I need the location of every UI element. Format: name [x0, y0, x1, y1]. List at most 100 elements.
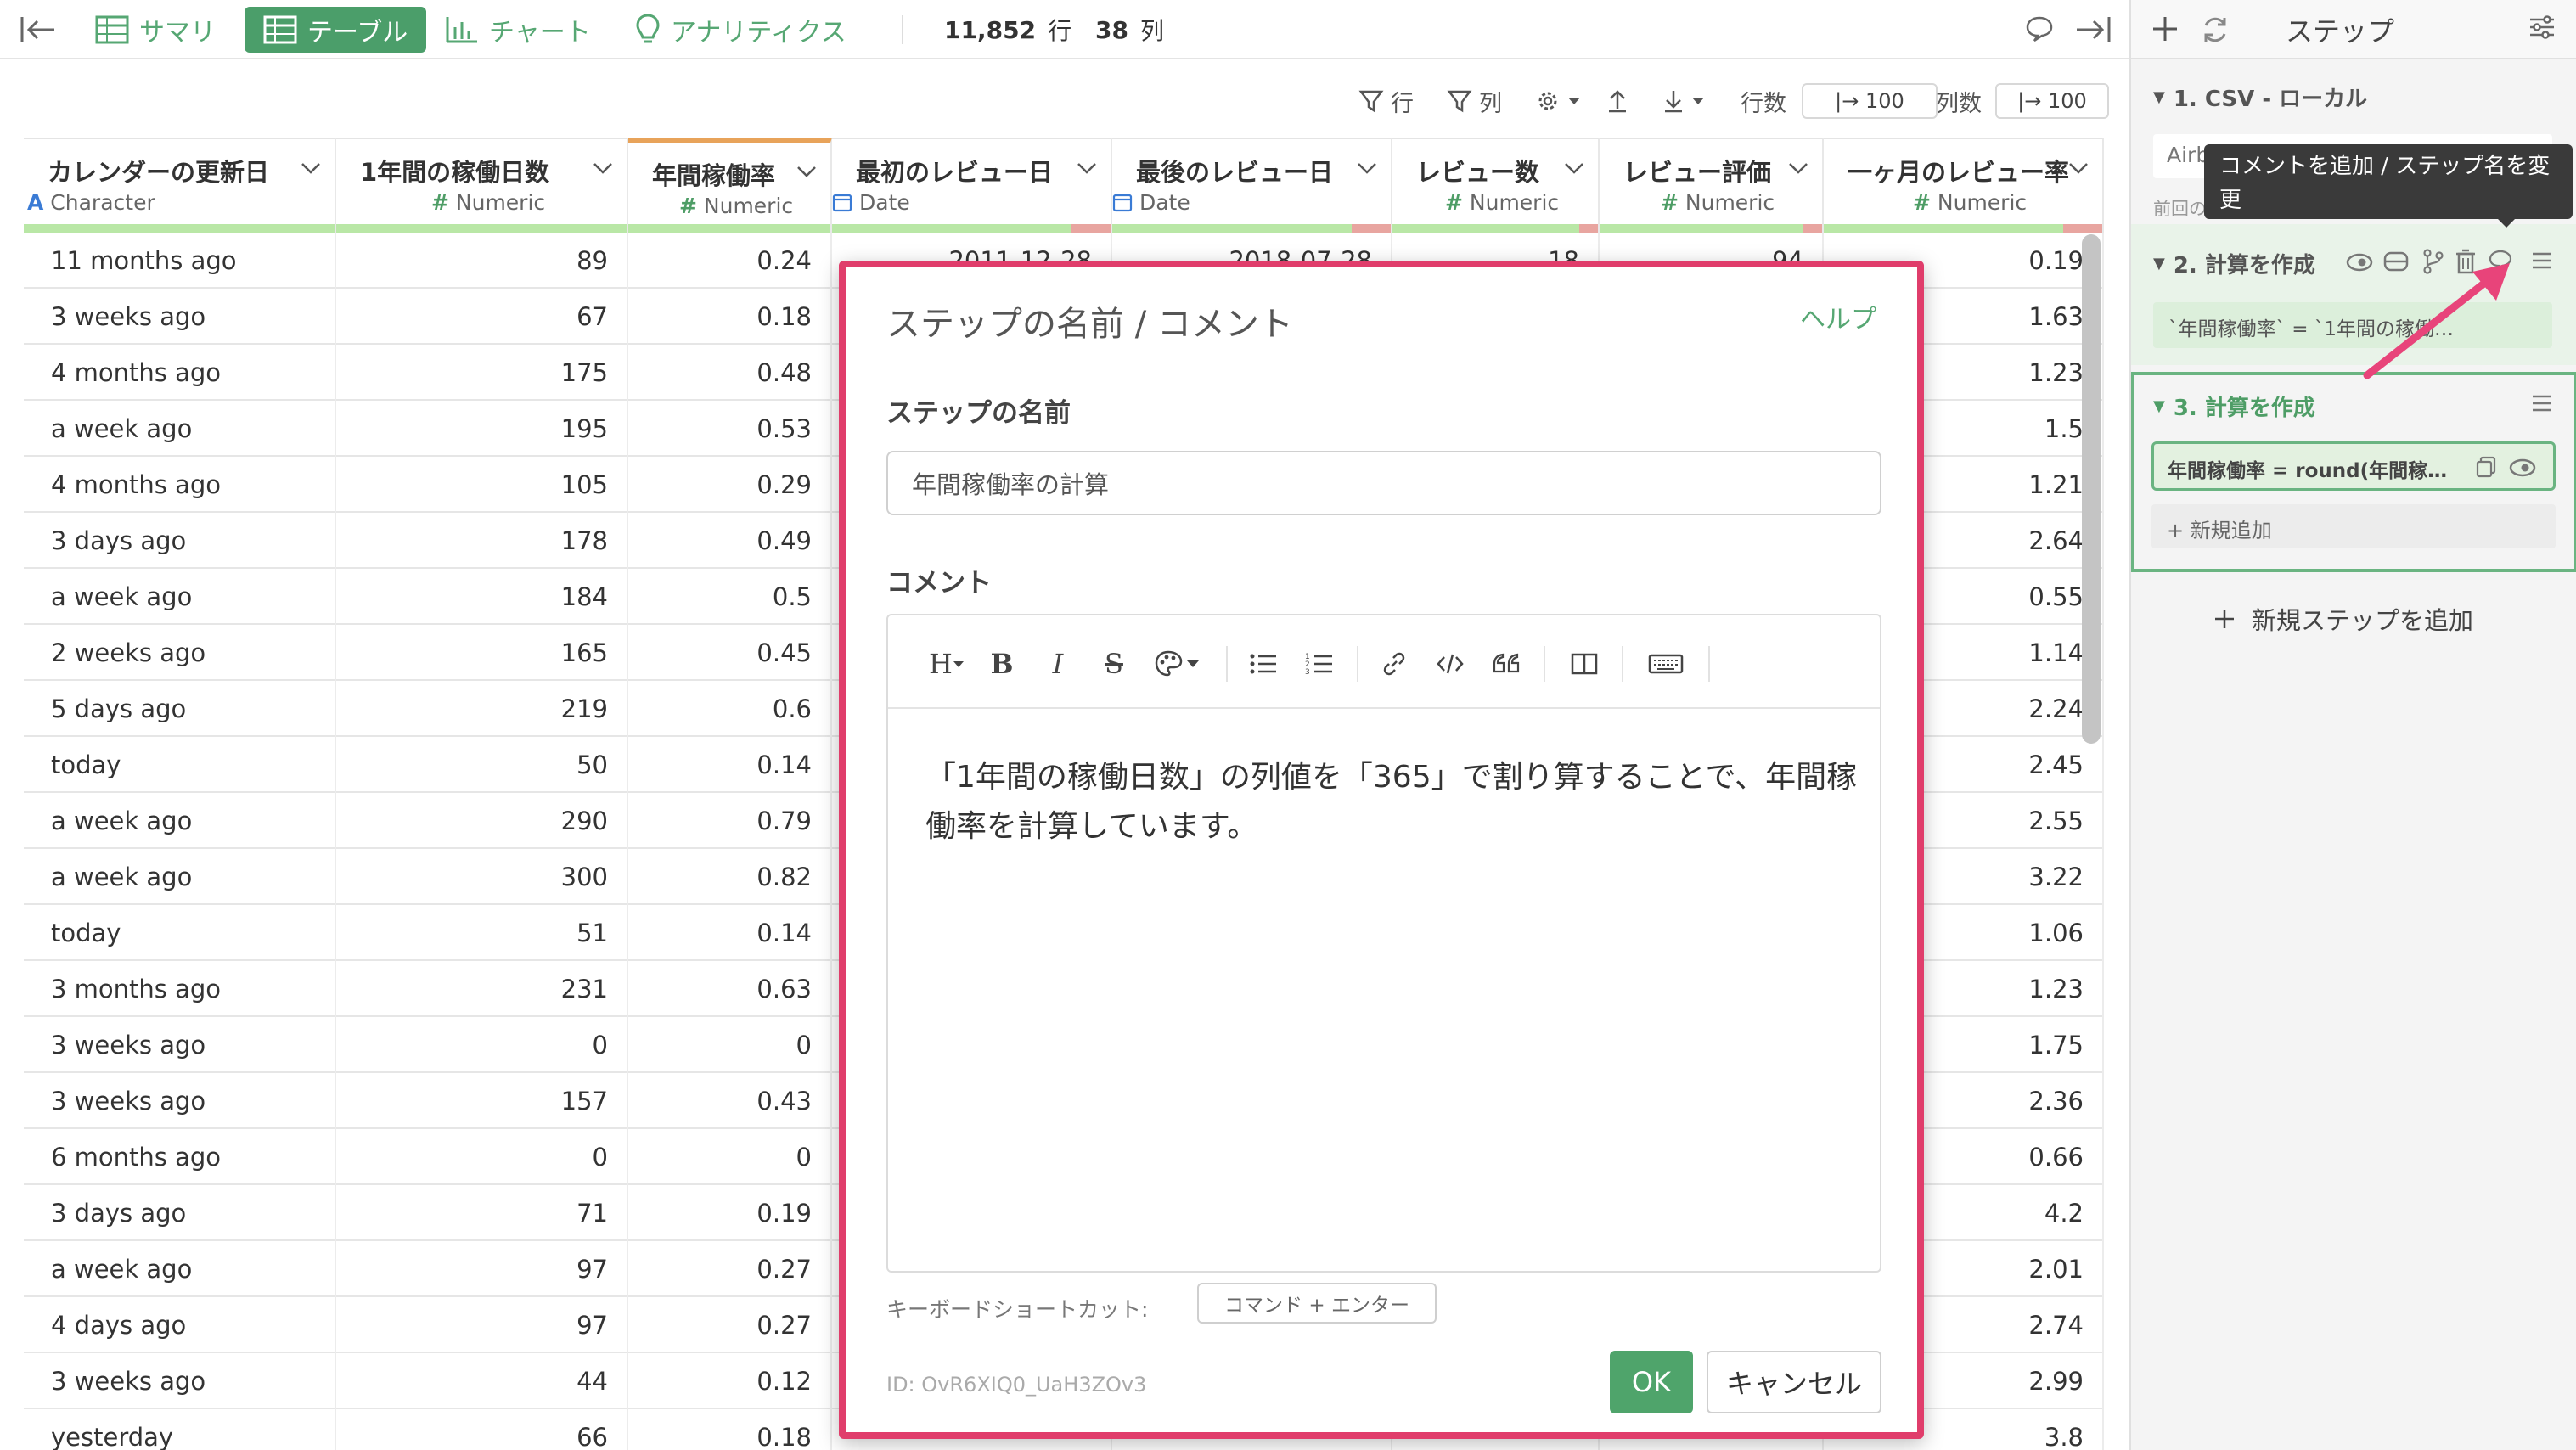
table-cell[interactable]: 4 months ago: [24, 345, 336, 401]
table-cell[interactable]: 0.63: [628, 961, 832, 1017]
step-name-input[interactable]: [886, 451, 1881, 515]
step-3-header[interactable]: ▼ 3. 計算を作成: [2153, 391, 2315, 422]
table-cell[interactable]: 0.79: [628, 793, 832, 849]
table-cell[interactable]: a week ago: [24, 793, 336, 849]
columns-layout-icon[interactable]: [1567, 648, 1601, 680]
column-header[interactable]: 一ヶ月のレビュー率 # Numeric: [1824, 138, 2104, 233]
column-header[interactable]: レビュー評価 # Numeric: [1600, 138, 1824, 233]
ok-button[interactable]: OK: [1610, 1351, 1693, 1413]
strikethrough-icon[interactable]: S: [1097, 648, 1131, 680]
menu-icon[interactable]: [2530, 250, 2554, 272]
table-cell[interactable]: 4 days ago: [24, 1297, 336, 1353]
table-cell[interactable]: 0.43: [628, 1073, 832, 1129]
table-cell[interactable]: 0: [628, 1129, 832, 1185]
settings-button[interactable]: [1535, 78, 1581, 124]
table-cell[interactable]: 0.82: [628, 849, 832, 905]
table-cell[interactable]: 0.14: [628, 905, 832, 961]
download-button[interactable]: [1662, 78, 1705, 124]
table-cell[interactable]: 0.45: [628, 625, 832, 681]
column-header[interactable]: 最後のレビュー日 Date: [1112, 138, 1392, 233]
table-cell[interactable]: 184: [336, 569, 628, 625]
chevron-down-icon[interactable]: [795, 163, 818, 180]
table-cell[interactable]: 0.14: [628, 737, 832, 793]
table-cell[interactable]: 0.12: [628, 1353, 832, 1409]
table-cell[interactable]: 0.18: [628, 289, 832, 345]
table-cell[interactable]: 105: [336, 457, 628, 513]
table-cell[interactable]: 3 weeks ago: [24, 1017, 336, 1073]
table-cell[interactable]: 157: [336, 1073, 628, 1129]
table-cell[interactable]: 3 months ago: [24, 961, 336, 1017]
chevron-down-icon[interactable]: [299, 160, 323, 177]
table-cell[interactable]: a week ago: [24, 849, 336, 905]
table-cell[interactable]: 3 days ago: [24, 1185, 336, 1241]
table-cell[interactable]: 44: [336, 1353, 628, 1409]
comment-text[interactable]: 「1年間の稼働日数」の列値を「365」で割り算することで、年間稼働率を計算してい…: [925, 753, 1859, 851]
eye-icon[interactable]: [2508, 457, 2537, 479]
table-cell[interactable]: 0.27: [628, 1297, 832, 1353]
add-step-icon[interactable]: [2150, 14, 2180, 44]
table-cell[interactable]: 97: [336, 1297, 628, 1353]
add-new-item-button[interactable]: + 新規追加: [2151, 504, 2556, 548]
chevron-down-icon[interactable]: [1786, 160, 1810, 177]
table-cell[interactable]: 0: [628, 1017, 832, 1073]
chevron-down-icon[interactable]: [591, 160, 615, 177]
code-icon[interactable]: [1433, 648, 1467, 680]
column-header[interactable]: 1年間の稼働日数 # Numeric: [336, 138, 628, 233]
table-cell[interactable]: 175: [336, 345, 628, 401]
collapse-left-icon[interactable]: [19, 14, 58, 46]
refresh-icon[interactable]: [2199, 14, 2231, 46]
table-cell[interactable]: 11 months ago: [24, 233, 336, 289]
table-cell[interactable]: 0.29: [628, 457, 832, 513]
table-cell[interactable]: a week ago: [24, 569, 336, 625]
table-cell[interactable]: a week ago: [24, 1241, 336, 1297]
copy-icon[interactable]: [2474, 455, 2498, 479]
table-cell[interactable]: 178: [336, 513, 628, 569]
menu-icon[interactable]: [2530, 392, 2554, 414]
tab-chart[interactable]: チャート: [445, 7, 591, 53]
table-cell[interactable]: 0.27: [628, 1241, 832, 1297]
tab-summary[interactable]: サマリ: [95, 7, 216, 53]
table-cell[interactable]: 51: [336, 905, 628, 961]
table-cell[interactable]: 195: [336, 401, 628, 457]
italic-icon[interactable]: I: [1041, 648, 1075, 680]
table-cell[interactable]: 3 weeks ago: [24, 289, 336, 345]
step-2-header[interactable]: ▼ 2. 計算を作成: [2153, 248, 2315, 279]
table-cell[interactable]: 6 months ago: [24, 1129, 336, 1185]
tab-analytics[interactable]: アナリティクス: [635, 7, 846, 53]
column-header[interactable]: 年間稼働率 # Numeric: [628, 138, 832, 233]
table-cell[interactable]: 231: [336, 961, 628, 1017]
table-cell[interactable]: 219: [336, 681, 628, 737]
column-header[interactable]: 最初のレビュー日 Date: [832, 138, 1112, 233]
table-scrollbar[interactable]: [2082, 234, 2101, 744]
bold-icon[interactable]: B: [985, 648, 1019, 680]
table-cell[interactable]: 5 days ago: [24, 681, 336, 737]
add-new-step-button[interactable]: 新規ステップを追加: [2213, 601, 2473, 637]
upload-button[interactable]: [1606, 78, 1628, 124]
help-link[interactable]: ヘルプ: [1800, 298, 1876, 335]
table-cell[interactable]: 89: [336, 233, 628, 289]
table-cell[interactable]: 97: [336, 1241, 628, 1297]
step-3[interactable]: ▼ 3. 計算を作成 年間稼働率 = round(年間稼… + 新規追加: [2131, 372, 2576, 572]
table-cell[interactable]: 2 weeks ago: [24, 625, 336, 681]
bullet-list-icon[interactable]: [1246, 648, 1280, 680]
table-cell[interactable]: today: [24, 737, 336, 793]
comment-icon[interactable]: [2024, 14, 2055, 44]
table-cell[interactable]: 0.24: [628, 233, 832, 289]
table-cell[interactable]: 3 weeks ago: [24, 1353, 336, 1409]
table-cell[interactable]: 165: [336, 625, 628, 681]
cols-limit-input[interactable]: |→ 100: [1995, 83, 2109, 119]
table-cell[interactable]: 4 months ago: [24, 457, 336, 513]
table-cell[interactable]: 67: [336, 289, 628, 345]
table-cell[interactable]: 0.5: [628, 569, 832, 625]
table-cell[interactable]: today: [24, 905, 336, 961]
color-palette-icon[interactable]: [1153, 648, 1204, 680]
table-cell[interactable]: 0: [336, 1129, 628, 1185]
table-cell[interactable]: 0.49: [628, 513, 832, 569]
table-cell[interactable]: 71: [336, 1185, 628, 1241]
table-cell[interactable]: 290: [336, 793, 628, 849]
quote-icon[interactable]: [1489, 648, 1523, 680]
table-cell[interactable]: a week ago: [24, 401, 336, 457]
table-cell[interactable]: 66: [336, 1409, 628, 1450]
table-cell[interactable]: 0.6: [628, 681, 832, 737]
numbered-list-icon[interactable]: 123: [1302, 648, 1336, 680]
